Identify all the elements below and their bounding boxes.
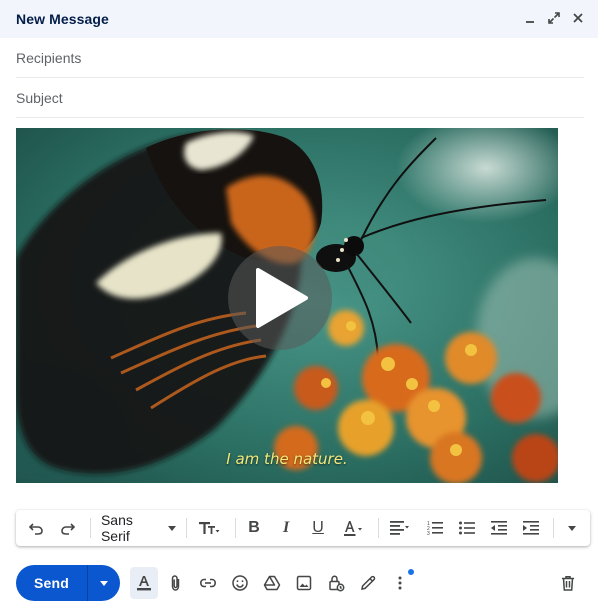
toolbar-divider xyxy=(235,518,237,538)
compose-actions: Send xyxy=(16,564,590,602)
close-icon[interactable] xyxy=(568,8,588,28)
send-button-group: Send xyxy=(16,565,120,601)
video-embed[interactable]: I am the nature. xyxy=(16,128,558,483)
more-options-icon[interactable] xyxy=(386,567,414,599)
minimize-icon[interactable] xyxy=(520,8,540,28)
italic-icon: I xyxy=(282,519,290,536)
expand-icon[interactable] xyxy=(544,8,564,28)
attach-icon[interactable] xyxy=(162,567,190,599)
font-family-select[interactable]: Sans Serif xyxy=(95,512,180,544)
emoji-icon[interactable] xyxy=(226,567,254,599)
bold-button[interactable]: B xyxy=(240,514,268,542)
bold-icon: B xyxy=(248,519,260,536)
undo-icon[interactable] xyxy=(22,514,50,542)
toolbar-divider xyxy=(186,518,188,538)
subject-field xyxy=(16,78,584,118)
notification-dot xyxy=(408,569,414,575)
redo-icon[interactable] xyxy=(54,514,82,542)
window-controls xyxy=(520,8,588,28)
svg-text:3: 3 xyxy=(427,531,430,537)
photo-icon[interactable] xyxy=(290,567,318,599)
signature-icon[interactable] xyxy=(354,567,382,599)
discard-trash-icon[interactable] xyxy=(554,567,582,599)
underline-button[interactable]: U xyxy=(304,514,332,542)
recipients-input[interactable] xyxy=(16,49,584,66)
text-color-icon[interactable] xyxy=(336,514,370,542)
play-button[interactable] xyxy=(228,246,332,350)
link-icon[interactable] xyxy=(194,567,222,599)
bulleted-list-icon[interactable] xyxy=(453,514,481,542)
video-caption: I am the nature. xyxy=(226,450,348,468)
subject-input[interactable] xyxy=(16,89,584,106)
italic-button[interactable]: I xyxy=(272,514,300,542)
chevron-down-icon xyxy=(168,525,177,531)
align-icon[interactable] xyxy=(383,514,417,542)
more-formatting-icon[interactable] xyxy=(558,514,586,542)
drive-icon[interactable] xyxy=(258,567,286,599)
font-family-label: Sans Serif xyxy=(100,512,133,544)
recipients-field xyxy=(16,38,584,78)
formatting-options-icon[interactable] xyxy=(130,567,158,599)
send-button[interactable]: Send xyxy=(16,565,88,601)
compose-window: New Message Recipients Subject I am the … xyxy=(0,0,598,613)
compose-header: New Message xyxy=(0,0,598,38)
indent-less-icon[interactable] xyxy=(485,514,513,542)
compose-title: New Message xyxy=(16,11,109,27)
chevron-down-icon xyxy=(567,525,576,531)
toolbar-divider xyxy=(90,518,91,538)
text-size-icon[interactable] xyxy=(191,514,227,542)
chevron-down-icon xyxy=(100,580,108,586)
numbered-list-icon[interactable]: 1 2 3 xyxy=(421,514,449,542)
indent-more-icon[interactable] xyxy=(517,514,545,542)
play-icon xyxy=(256,268,308,328)
formatting-toolbar: Sans Serif B I U 1 2 3 xyxy=(16,510,590,546)
confidential-mode-icon[interactable] xyxy=(322,567,350,599)
underline-icon: U xyxy=(312,519,324,536)
toolbar-divider xyxy=(378,518,380,538)
send-options-button[interactable] xyxy=(88,565,120,601)
toolbar-divider xyxy=(553,518,554,538)
